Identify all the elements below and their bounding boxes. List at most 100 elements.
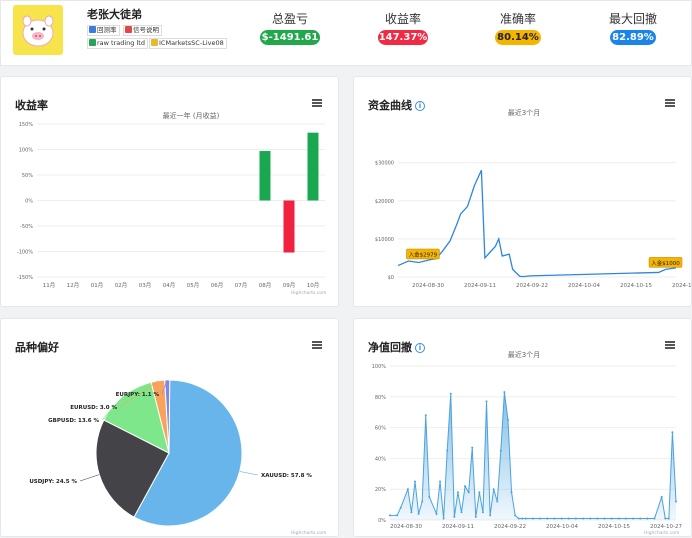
drawdown-point xyxy=(603,517,606,520)
x-tick-label: 09月 xyxy=(283,282,296,289)
drawdown-point xyxy=(428,495,431,498)
x-tick-label: 10月 xyxy=(307,282,320,289)
symbols-pie-chart: XAUUSD: 57.8 % USDJPY: 24.5 % GBPUSD: 13.6… xyxy=(29,379,312,527)
x-tick-label: 03月 xyxy=(139,282,152,289)
equity-line xyxy=(397,169,677,278)
drawdown-point xyxy=(406,488,409,491)
drawdown-point xyxy=(517,517,520,520)
menu-icon[interactable] xyxy=(312,341,322,349)
returns-title: 收益率 xyxy=(15,99,48,112)
stat-label-total-pnl: 总盈亏 xyxy=(271,12,308,26)
x-tick-label: 01月 xyxy=(91,282,104,289)
deposit-flag-label: 入金$2979 xyxy=(409,250,438,258)
drawdown-point xyxy=(546,517,549,520)
y-tick-label: -100% xyxy=(17,250,33,256)
x-tick-label: 11月 xyxy=(43,282,56,289)
y-tick-label: -50% xyxy=(20,224,33,230)
chart-credits[interactable]: Highcharts.com xyxy=(291,291,326,296)
bar xyxy=(307,132,319,201)
bar xyxy=(283,200,295,253)
y-tick-label: 150% xyxy=(19,122,34,128)
drawdown-point xyxy=(653,517,656,520)
pie-connector xyxy=(239,471,259,476)
stat-value-return: 147.37% xyxy=(378,30,428,45)
y-tick-label: 40% xyxy=(375,456,386,462)
tag-broker[interactable]: raw trading ltd xyxy=(87,38,148,49)
drawdown-point xyxy=(467,491,470,494)
drawdown-point xyxy=(446,449,449,452)
drawdown-point xyxy=(496,500,499,503)
menu-icon[interactable] xyxy=(665,99,675,107)
pie-label: EURUSD: 3.0 % xyxy=(70,405,117,411)
drawdown-point xyxy=(589,517,592,520)
drawdown-point xyxy=(667,517,670,520)
menu-icon[interactable] xyxy=(665,341,675,349)
pie-connector xyxy=(79,474,100,482)
drawdown-point xyxy=(582,517,585,520)
stat-value-total-pnl: $-1491.61 xyxy=(260,30,320,45)
drawdown-point xyxy=(574,517,577,520)
drawdown-point xyxy=(471,446,474,449)
pie-label: USDJPY: 24.5 % xyxy=(29,479,77,485)
drawdown-point xyxy=(646,517,649,520)
x-tick-label: 04月 xyxy=(163,282,176,289)
y-tick-label: 80% xyxy=(375,395,386,401)
drawdown-point xyxy=(624,517,627,520)
drawdown-point xyxy=(453,515,456,518)
profile-header: 老张大徒弟 回测率 信号说明 raw trading ltd ICMarkets… xyxy=(0,0,692,66)
tag-backtest[interactable]: 回测率 xyxy=(87,25,120,36)
drawdown-point xyxy=(675,500,677,503)
drawdown-point xyxy=(510,491,513,494)
chart-credits[interactable]: Highcharts.com xyxy=(644,531,679,536)
tag-server[interactable]: ICMarketsSC-Live08 xyxy=(149,38,227,49)
drawdown-point xyxy=(396,514,399,517)
drawdown-point xyxy=(417,512,420,515)
drawdown-point xyxy=(617,517,620,520)
y-tick-label: 0% xyxy=(25,199,33,205)
drawdown-point xyxy=(664,517,667,520)
stat-label-return: 收益率 xyxy=(384,12,421,26)
calendar-icon xyxy=(125,26,132,33)
drawdown-chart: 100% 80% 60% 40% 20% 0% 2024-08-30 2024-09-11 20… xyxy=(372,364,683,530)
chart-credits[interactable]: Highcharts.com xyxy=(291,531,326,536)
pie-label: GBPUSD: 13.6 % xyxy=(48,418,99,424)
drawdown-point xyxy=(660,495,663,498)
drawdown-point xyxy=(456,491,459,494)
drawdown-point xyxy=(435,512,438,515)
x-tick-label: 08月 xyxy=(259,282,272,289)
y-tick-label: 100% xyxy=(372,364,387,370)
drawdown-point xyxy=(442,517,445,520)
stat-label-max-drawdown: 最大回撤 xyxy=(608,12,657,26)
y-tick-label: 20% xyxy=(375,487,386,493)
chart-icon xyxy=(89,39,96,46)
drawdown-point xyxy=(610,517,613,520)
person-icon xyxy=(89,26,96,33)
y-tick-label: $30000 xyxy=(375,161,394,167)
x-tick-label: 02月 xyxy=(115,282,128,289)
key-icon xyxy=(151,39,158,46)
drawdown-point xyxy=(399,506,402,509)
x-tick-label: 07月 xyxy=(235,282,248,289)
drawdown-point xyxy=(485,400,488,403)
drawdown-point xyxy=(389,514,391,517)
drawdown-point xyxy=(474,515,477,518)
x-tick-label: 2024-10-04 xyxy=(568,283,600,289)
deposit-flag-label: 入金$1000 xyxy=(651,259,680,267)
stat-value-max-drawdown: 82.89% xyxy=(610,30,656,45)
y-tick-label: 60% xyxy=(375,426,386,432)
menu-icon[interactable] xyxy=(312,99,322,107)
drawdown-point xyxy=(481,511,484,514)
avatar[interactable] xyxy=(13,5,63,55)
equity-card: 资金曲线 i 最近3个月 $30000 $20000 $10000 $0 2024-08-… xyxy=(353,76,692,307)
tag-signal-info[interactable]: 信号说明 xyxy=(123,25,162,36)
drawdown-point xyxy=(567,517,570,520)
drawdown-point xyxy=(524,517,527,520)
drawdown-point xyxy=(521,517,524,520)
drawdown-point xyxy=(464,485,467,488)
x-tick-label: 05月 xyxy=(187,282,200,289)
drawdown-point xyxy=(506,418,509,421)
drawdown-point xyxy=(503,391,506,394)
drawdown-point xyxy=(499,449,502,452)
stat-value-accuracy: 80.14% xyxy=(495,30,541,45)
x-tick-label: 2024-08-30 xyxy=(412,283,444,289)
